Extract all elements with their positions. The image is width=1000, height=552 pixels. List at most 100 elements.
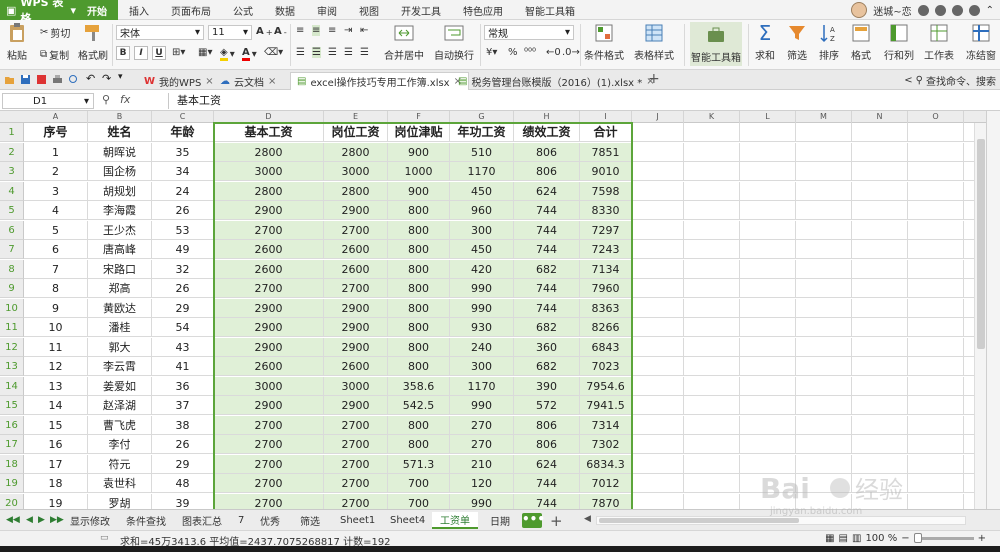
scroll-left-icon[interactable]: ◀ — [584, 514, 591, 524]
cell-H12[interactable]: 360 — [514, 337, 580, 357]
increase-decimal-button[interactable]: ←0 — [546, 47, 561, 58]
cell-L6[interactable] — [740, 220, 796, 240]
cell-G2[interactable]: 510 — [450, 142, 514, 162]
cell-G11[interactable]: 930 — [450, 318, 514, 337]
cell-M20[interactable] — [796, 493, 852, 509]
cell-D9[interactable]: 2700 — [214, 279, 324, 298]
cell-C20[interactable]: 39 — [152, 493, 214, 509]
cell-E14[interactable]: 3000 — [324, 376, 388, 396]
spreadsheet-grid[interactable]: ABCDEFGHIJKLMNOP 1序号姓名年龄基本工资岗位工资岗位津贴年功工资… — [0, 111, 986, 509]
cell-F13[interactable]: 800 — [388, 357, 450, 376]
cell-M6[interactable] — [796, 220, 852, 240]
cell-B5[interactable]: 李海霞 — [88, 201, 152, 220]
cell-E6[interactable]: 2700 — [324, 220, 388, 240]
cell-A15[interactable]: 14 — [24, 396, 88, 415]
cell-L9[interactable] — [740, 279, 796, 298]
cell-F12[interactable]: 800 — [388, 337, 450, 357]
column-header-G[interactable]: G — [450, 111, 514, 123]
column-header-B[interactable]: B — [88, 111, 152, 123]
cell-I1[interactable]: 合计 — [580, 123, 632, 142]
chevron-down-icon[interactable]: ▾ — [118, 72, 129, 83]
cell-L20[interactable] — [740, 493, 796, 509]
cell-F5[interactable]: 800 — [388, 201, 450, 220]
cell-C14[interactable]: 36 — [152, 376, 214, 396]
cell-K16[interactable] — [684, 415, 740, 435]
cell-I2[interactable]: 7851 — [580, 142, 632, 162]
freeze-button[interactable]: 冻结窗 — [966, 22, 996, 62]
paste-button[interactable]: 粘贴 — [6, 22, 28, 62]
cell-F15[interactable]: 542.5 — [388, 396, 450, 415]
row-header[interactable]: 20 — [0, 493, 24, 509]
row-header[interactable]: 5 — [0, 201, 24, 220]
cell-B7[interactable]: 唐高峰 — [88, 240, 152, 259]
cell-B17[interactable]: 李付 — [88, 435, 152, 454]
cell-A4[interactable]: 3 — [24, 181, 88, 201]
cell-B1[interactable]: 姓名 — [88, 123, 152, 142]
cell-G4[interactable]: 450 — [450, 181, 514, 201]
border-button[interactable]: ⊞▾ — [172, 47, 185, 58]
cell-N11[interactable] — [852, 318, 908, 337]
row-header[interactable]: 14 — [0, 376, 24, 396]
cell-G18[interactable]: 210 — [450, 454, 514, 474]
cell-C19[interactable]: 48 — [152, 474, 214, 493]
cell-M16[interactable] — [796, 415, 852, 435]
cell-K17[interactable] — [684, 435, 740, 454]
cell-D6[interactable]: 2700 — [214, 220, 324, 240]
wrap-text-button[interactable]: 自动换行 — [434, 22, 474, 62]
cell-K2[interactable] — [684, 142, 740, 162]
cell-M10[interactable] — [796, 298, 852, 318]
add-sheet-button[interactable]: + — [550, 512, 563, 530]
cell-B4[interactable]: 胡规划 — [88, 181, 152, 201]
align-center-button[interactable]: ☰ — [312, 47, 321, 58]
cell-K18[interactable] — [684, 454, 740, 474]
info-icon[interactable] — [968, 4, 980, 16]
cell-C8[interactable]: 32 — [152, 259, 214, 279]
cell-G8[interactable]: 420 — [450, 259, 514, 279]
cell-O14[interactable] — [908, 376, 964, 396]
tab-file-excel-tips[interactable]: ▤ excel操作技巧专用工作簿.xlsx × — [290, 72, 469, 90]
copy-button[interactable]: ⧉ 复制 — [40, 47, 69, 62]
cell-O6[interactable] — [908, 220, 964, 240]
cell-O8[interactable] — [908, 259, 964, 279]
sheet-tab-4[interactable]: 优秀 — [252, 512, 288, 529]
app-menu-button[interactable]: ▣ WPS 表格 ▾ — [0, 0, 76, 25]
cell-O17[interactable] — [908, 435, 964, 454]
cell-D15[interactable]: 2900 — [214, 396, 324, 415]
cell-A17[interactable]: 16 — [24, 435, 88, 454]
row-header[interactable]: 13 — [0, 357, 24, 376]
cell-F1[interactable]: 岗位津贴 — [388, 123, 450, 142]
cell-N15[interactable] — [852, 396, 908, 415]
column-header-L[interactable]: L — [740, 111, 796, 123]
cell-N12[interactable] — [852, 337, 908, 357]
open-folder-icon[interactable] — [4, 74, 15, 85]
command-search[interactable]: < ⚲ 查找命令、搜索 — [904, 72, 1000, 88]
column-header-J[interactable]: J — [632, 111, 684, 123]
cell-J11[interactable] — [632, 318, 684, 337]
cell-H11[interactable]: 682 — [514, 318, 580, 337]
row-header[interactable]: 18 — [0, 454, 24, 474]
cell-L13[interactable] — [740, 357, 796, 376]
align-middle-button[interactable]: ≡ — [312, 25, 321, 36]
merge-center-button[interactable]: 合并居中 — [384, 22, 424, 62]
cell-M13[interactable] — [796, 357, 852, 376]
sheet-tab-5[interactable]: 筛选 — [292, 512, 328, 529]
cell-D12[interactable]: 2900 — [214, 337, 324, 357]
tab-cloud-docs[interactable]: ☁ 云文档 × — [214, 72, 282, 90]
print-icon[interactable] — [52, 74, 63, 85]
ribbon-collapse-icon[interactable]: ⌃ — [986, 5, 994, 16]
vertical-scrollbar[interactable] — [974, 123, 986, 509]
cell-B18[interactable]: 符元 — [88, 454, 152, 474]
menu-tab-2[interactable]: 页面布局 — [160, 0, 222, 20]
cell-G17[interactable]: 270 — [450, 435, 514, 454]
cell-O19[interactable] — [908, 474, 964, 493]
cell-A20[interactable]: 19 — [24, 493, 88, 509]
cell-I6[interactable]: 7297 — [580, 220, 632, 240]
close-icon[interactable]: × — [205, 76, 213, 87]
cell-K4[interactable] — [684, 181, 740, 201]
cell-F16[interactable]: 800 — [388, 415, 450, 435]
cell-K9[interactable] — [684, 279, 740, 298]
conditional-format-button[interactable]: 条件格式 — [584, 22, 624, 62]
cell-N2[interactable] — [852, 142, 908, 162]
justify-button[interactable]: ☰ — [344, 47, 353, 58]
cell-J13[interactable] — [632, 357, 684, 376]
